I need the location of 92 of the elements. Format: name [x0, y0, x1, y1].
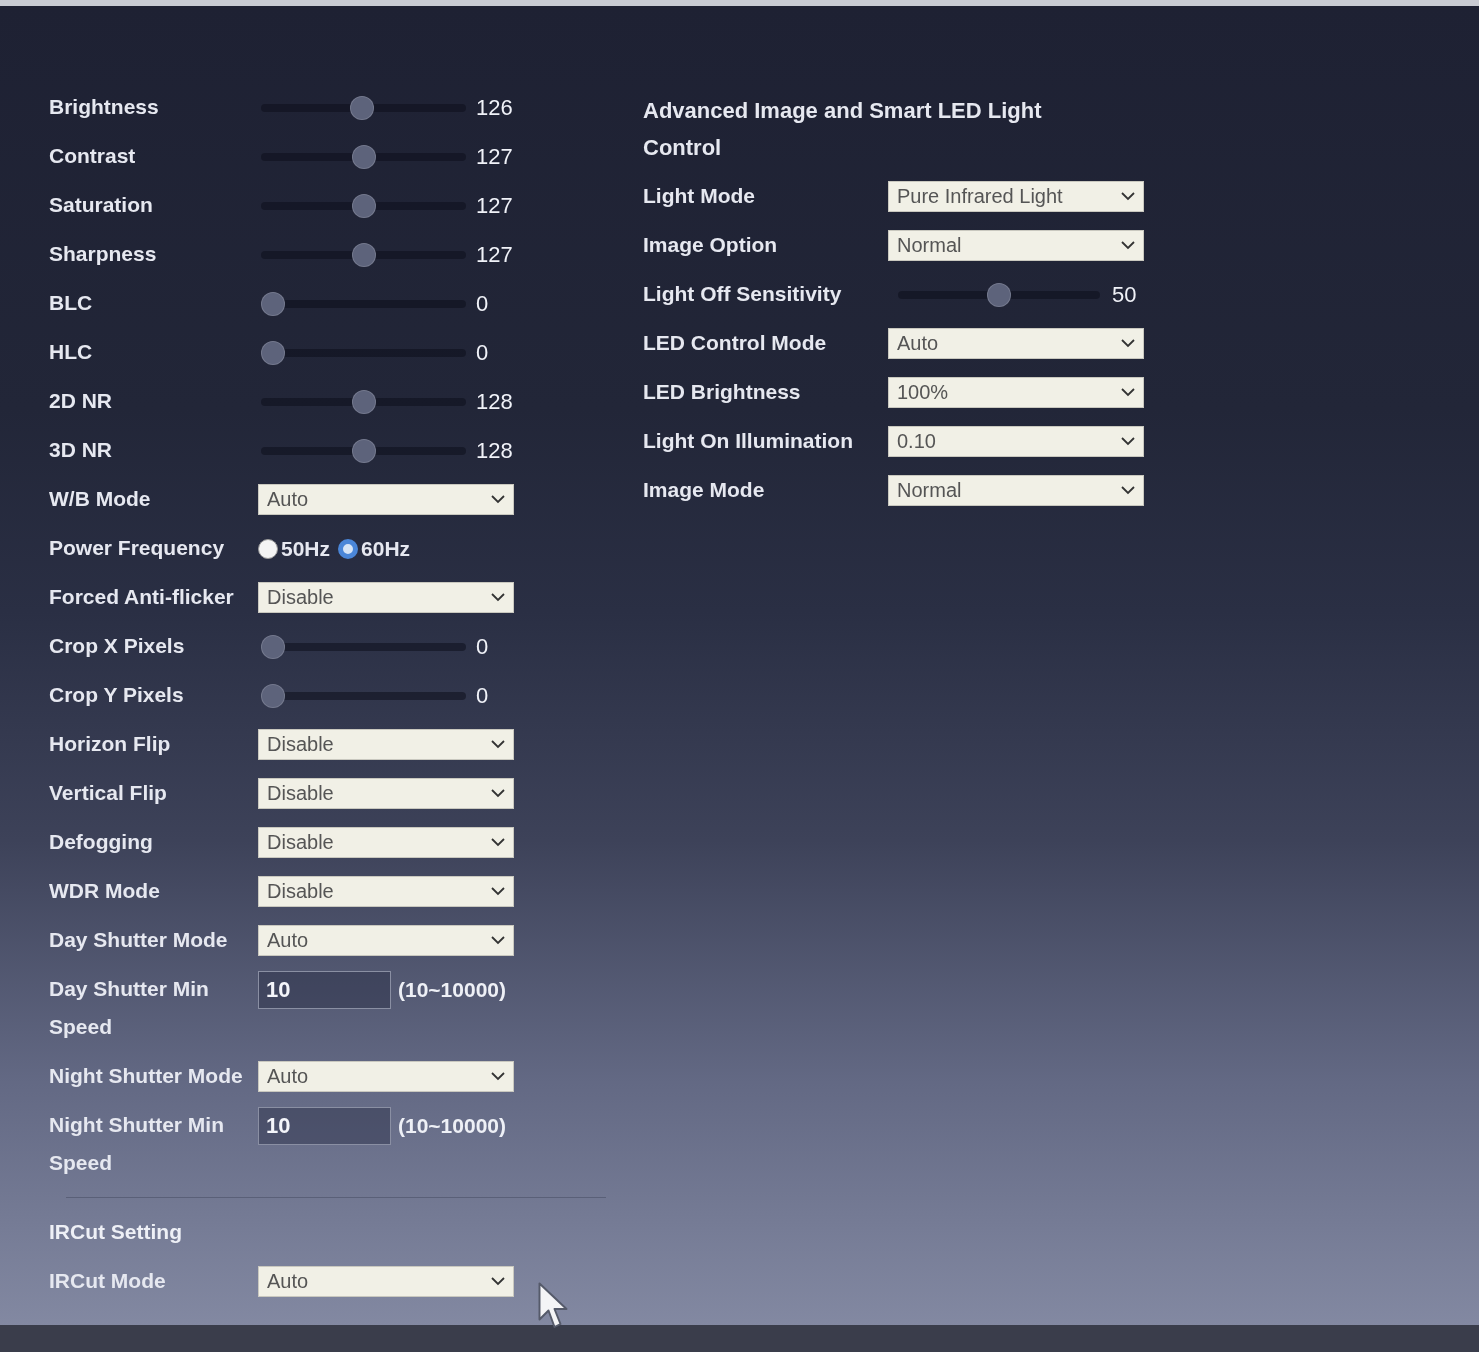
radio-icon[interactable] — [338, 538, 359, 559]
chevron-down-icon — [491, 887, 505, 896]
field-label: WDR Mode — [49, 878, 161, 904]
field-label: LED Brightness — [643, 379, 802, 405]
mouse-pointer-icon — [538, 1282, 568, 1330]
range-hint: (10~10000) — [398, 977, 506, 1002]
field-label: Light Off Sensitivity — [643, 281, 843, 307]
dropdown[interactable]: Auto — [258, 1061, 514, 1092]
chevron-down-icon — [491, 495, 505, 504]
field-label: Image Option — [643, 232, 779, 258]
slider-value: 0 — [476, 339, 489, 366]
slider-thumb[interactable] — [987, 282, 1011, 307]
chevron-down-icon — [1121, 339, 1135, 348]
field-label: HLC — [49, 339, 94, 365]
dropdown[interactable]: Disable — [258, 827, 514, 858]
slider-thumb[interactable] — [349, 95, 374, 120]
chevron-down-icon — [491, 1277, 505, 1286]
slider-thumb[interactable] — [261, 291, 285, 316]
field-label: Defogging — [49, 829, 154, 855]
field-label: BLC — [49, 290, 94, 316]
chevron-down-icon — [491, 789, 505, 798]
dropdown[interactable]: 100% — [888, 377, 1144, 408]
dropdown[interactable]: Pure Infrared Light — [888, 181, 1144, 212]
field-label: Light On Illumination — [643, 428, 854, 454]
slider-value: 127 — [476, 143, 513, 170]
field-label: Image Mode — [643, 477, 766, 503]
chevron-down-icon — [491, 593, 505, 602]
field-label: Day Shutter Min Speed — [49, 976, 210, 1040]
slider-value: 0 — [476, 682, 489, 709]
radio-icon[interactable] — [258, 538, 278, 559]
slider-value: 0 — [476, 633, 489, 660]
slider-value: 128 — [476, 437, 513, 464]
dropdown[interactable]: Auto — [258, 925, 514, 956]
field-label: LED Control Mode — [643, 330, 828, 356]
chevron-down-icon — [1121, 437, 1135, 446]
slider-thumb[interactable] — [351, 389, 376, 414]
dropdown[interactable]: Disable — [258, 582, 514, 613]
chevron-down-icon — [1121, 192, 1135, 201]
slider-thumb[interactable] — [351, 438, 376, 463]
slider-value: 127 — [476, 192, 513, 219]
dropdown[interactable]: Auto — [258, 1266, 514, 1297]
field-label: Power Frequency — [49, 535, 226, 561]
chevron-down-icon — [1121, 388, 1135, 397]
input-field[interactable]: 10 — [258, 970, 391, 1009]
slider-thumb[interactable] — [351, 193, 376, 218]
field-label: Night Shutter Min Speed — [49, 1112, 225, 1176]
radio-option[interactable]: 50Hz — [258, 536, 331, 561]
field-label: Sharpness — [49, 241, 158, 267]
field-label: 3D NR — [49, 437, 113, 463]
dropdown[interactable]: 0.10 — [888, 426, 1144, 457]
dropdown[interactable]: Normal — [888, 230, 1144, 261]
slider-thumb[interactable] — [261, 683, 285, 708]
dropdown[interactable]: Disable — [258, 778, 514, 809]
field-label: Day Shutter Mode — [49, 927, 229, 953]
field-label: W/B Mode — [49, 486, 152, 512]
slider-thumb[interactable] — [351, 144, 376, 169]
dropdown[interactable]: Disable — [258, 876, 514, 907]
field-label: 2D NR — [49, 388, 113, 414]
slider-thumb[interactable] — [261, 340, 285, 365]
field-label: Contrast — [49, 143, 137, 169]
field-label: Crop Y Pixels — [49, 682, 185, 708]
field-label: Horizon Flip — [49, 731, 172, 757]
chevron-down-icon — [1121, 241, 1135, 250]
dropdown[interactable]: Auto — [258, 484, 514, 515]
field-label: Crop X Pixels — [49, 633, 186, 659]
slider-value: 126 — [476, 94, 513, 121]
dropdown[interactable]: Normal — [888, 475, 1144, 506]
chevron-down-icon — [491, 740, 505, 749]
dropdown[interactable]: Auto — [888, 328, 1144, 359]
field-label: Light Mode — [643, 183, 756, 209]
slider-value: 128 — [476, 388, 513, 415]
slider-thumb[interactable] — [261, 634, 285, 659]
field-label: Night Shutter Mode — [49, 1063, 244, 1089]
slider-value: 0 — [476, 290, 489, 317]
slider-thumb[interactable] — [351, 242, 376, 267]
chevron-down-icon — [491, 936, 505, 945]
field-label: IRCut Mode — [49, 1268, 167, 1294]
field-label: Saturation — [49, 192, 154, 218]
input-field[interactable]: 10 — [258, 1106, 391, 1145]
field-label: Vertical Flip — [49, 780, 168, 806]
dropdown[interactable]: Disable — [258, 729, 514, 760]
chevron-down-icon — [491, 838, 505, 847]
field-label: Forced Anti-flicker — [49, 584, 235, 610]
range-hint: (10~10000) — [398, 1113, 506, 1138]
section-title: Advanced Image and Smart LED Light Control — [643, 97, 1043, 162]
radio-option[interactable]: 60Hz — [338, 536, 411, 561]
section-heading: IRCut Setting — [49, 1219, 183, 1245]
chevron-down-icon — [491, 1072, 505, 1081]
slider-value: 127 — [476, 241, 513, 268]
field-label: Brightness — [49, 94, 160, 120]
chevron-down-icon — [1121, 486, 1135, 495]
slider-value: 50 — [1112, 281, 1137, 308]
